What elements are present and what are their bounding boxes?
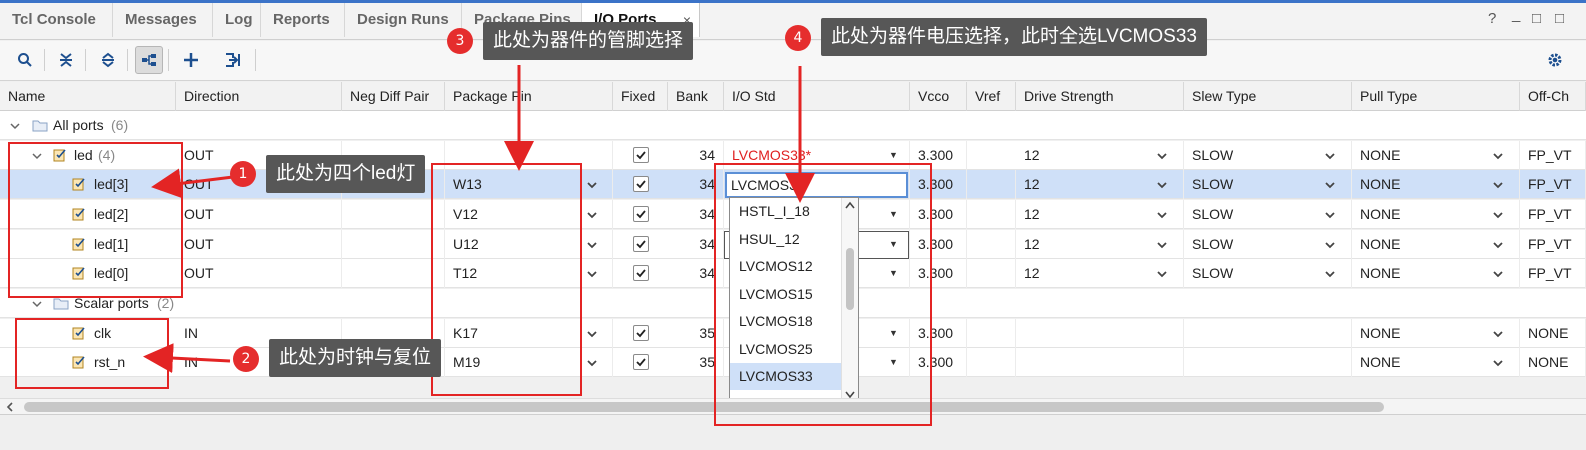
annotation-number-3: 3: [447, 28, 473, 54]
annotation-number-1: 1: [230, 161, 256, 187]
annotation-callout-1: 此处为四个led灯: [266, 155, 426, 193]
annotation-callout-4: 此处为器件电压选择，此时全选LVCMOS33: [821, 18, 1207, 56]
annotation-callout-3: 此处为器件的管脚选择: [483, 22, 694, 60]
annotation-arrows: [143, 65, 815, 374]
io-ports-window: Tcl Console Messages Log Reports Design …: [0, 0, 1586, 450]
annotation-callout-2: 此处为时钟与复位: [269, 339, 442, 377]
annotation-number-2: 2: [233, 346, 259, 372]
annotation-number-4: 4: [785, 25, 811, 51]
